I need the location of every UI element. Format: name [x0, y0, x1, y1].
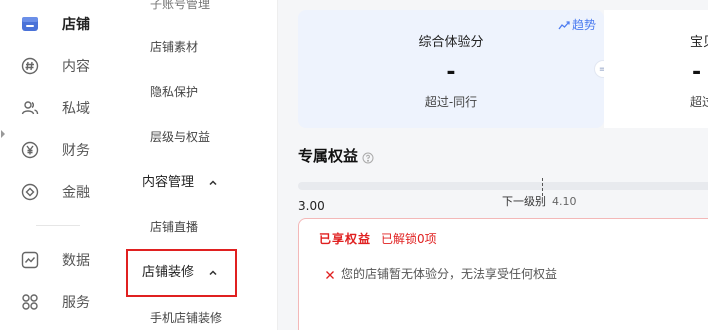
chevron-up-icon — [208, 178, 218, 188]
close-icon — [325, 269, 335, 279]
yen-icon — [20, 140, 40, 160]
collapse-toggle[interactable] — [0, 126, 6, 142]
trend-icon — [558, 19, 570, 31]
rail-item-finance-service[interactable]: 金融 — [20, 178, 90, 206]
rail-item-label: 服务 — [62, 295, 90, 311]
rail-item-label: 私域 — [62, 101, 90, 117]
store-icon — [20, 14, 40, 34]
benefits-message-text: 您的店铺暂无体验分，无法享受任何权益 — [341, 267, 558, 281]
rail-item-label: 店铺 — [62, 17, 90, 33]
help-icon[interactable] — [362, 150, 374, 163]
caret-right-icon — [1, 130, 5, 138]
score-value: - — [446, 60, 456, 85]
item-score-value: - — [692, 60, 702, 85]
submenu-item-live[interactable]: 店铺直播 — [150, 217, 198, 237]
rail-item-private[interactable]: 私域 — [20, 94, 90, 122]
benefits-title: 已享权益 — [319, 232, 372, 246]
main-content: 趋势 综合体验分 - 超过-同行 = 宝贝 - 超过 专属权益 下一级别4.10… — [278, 0, 708, 330]
submenu-item-mobile-decoration[interactable]: 手机店铺装修 — [150, 308, 222, 328]
benefits-header: 已享权益 已解锁0项 — [319, 230, 437, 247]
rail-item-label: 财务 — [62, 143, 90, 159]
section-title-benefits: 专属权益 — [298, 145, 374, 166]
rail-item-finance[interactable]: 财务 — [20, 136, 90, 164]
next-level-text: 下一级别 — [502, 195, 546, 208]
benefits-empty-message: 您的店铺暂无体验分，无法享受任何权益 — [325, 265, 557, 282]
experience-score-card: 趋势 综合体验分 - 超过-同行 — [298, 10, 604, 128]
current-level-value: 3.00 — [298, 199, 325, 213]
next-level-label: 下一级别 4.10 — [502, 193, 577, 209]
section-title-text: 专属权益 — [298, 147, 359, 165]
chart-line-icon — [20, 250, 40, 270]
submenu-item-level-benefits[interactable]: 层级与权益 — [150, 127, 210, 147]
chevron-up-icon — [208, 268, 218, 278]
rail-item-store[interactable]: 店铺 — [20, 10, 90, 38]
submenu-item-store-assets[interactable]: 店铺素材 — [150, 37, 198, 57]
rail-item-label: 金融 — [62, 185, 90, 201]
level-progress-bar — [298, 182, 708, 190]
score-title: 综合体验分 — [418, 35, 484, 50]
item-score-card: 宝贝 - 超过 — [604, 10, 708, 128]
submenu-group-decoration[interactable]: 店铺装修 — [126, 249, 237, 297]
rail-item-service[interactable]: 服务 — [20, 288, 90, 316]
rail-item-content[interactable]: 内容 — [20, 52, 90, 80]
submenu-item-subaccount[interactable]: 子账号管理 — [150, 0, 210, 14]
primary-nav-rail: 店铺 内容 私域 财务 金融 数据 服务 — [0, 0, 112, 330]
hashtag-icon — [20, 56, 40, 76]
rail-item-label: 数据 — [62, 253, 90, 269]
item-score-subtitle: 超过 — [690, 95, 708, 109]
rail-divider — [36, 225, 80, 226]
rail-item-data[interactable]: 数据 — [20, 246, 90, 274]
submenu-item-privacy[interactable]: 隐私保护 — [150, 82, 198, 102]
next-level-value: 4.10 — [552, 195, 577, 208]
item-score-title: 宝贝 — [690, 35, 708, 50]
users-icon — [20, 98, 40, 118]
rail-item-label: 内容 — [62, 59, 90, 75]
benefits-panel: 已享权益 已解锁0项 您的店铺暂无体验分，无法享受任何权益 — [298, 218, 708, 330]
submenu-group-content[interactable]: 内容管理 — [142, 173, 218, 193]
grid-icon — [20, 292, 40, 312]
submenu-group-label: 内容管理 — [142, 175, 195, 190]
score-subtitle: 超过-同行 — [424, 95, 478, 109]
secondary-menu: 子账号管理 店铺素材 隐私保护 层级与权益 内容管理 店铺直播 店铺装修 手机店… — [112, 0, 278, 330]
benefits-count: 已解锁0项 — [381, 232, 437, 246]
submenu-group-label: 店铺装修 — [142, 265, 195, 280]
circle-target-icon — [20, 182, 40, 202]
